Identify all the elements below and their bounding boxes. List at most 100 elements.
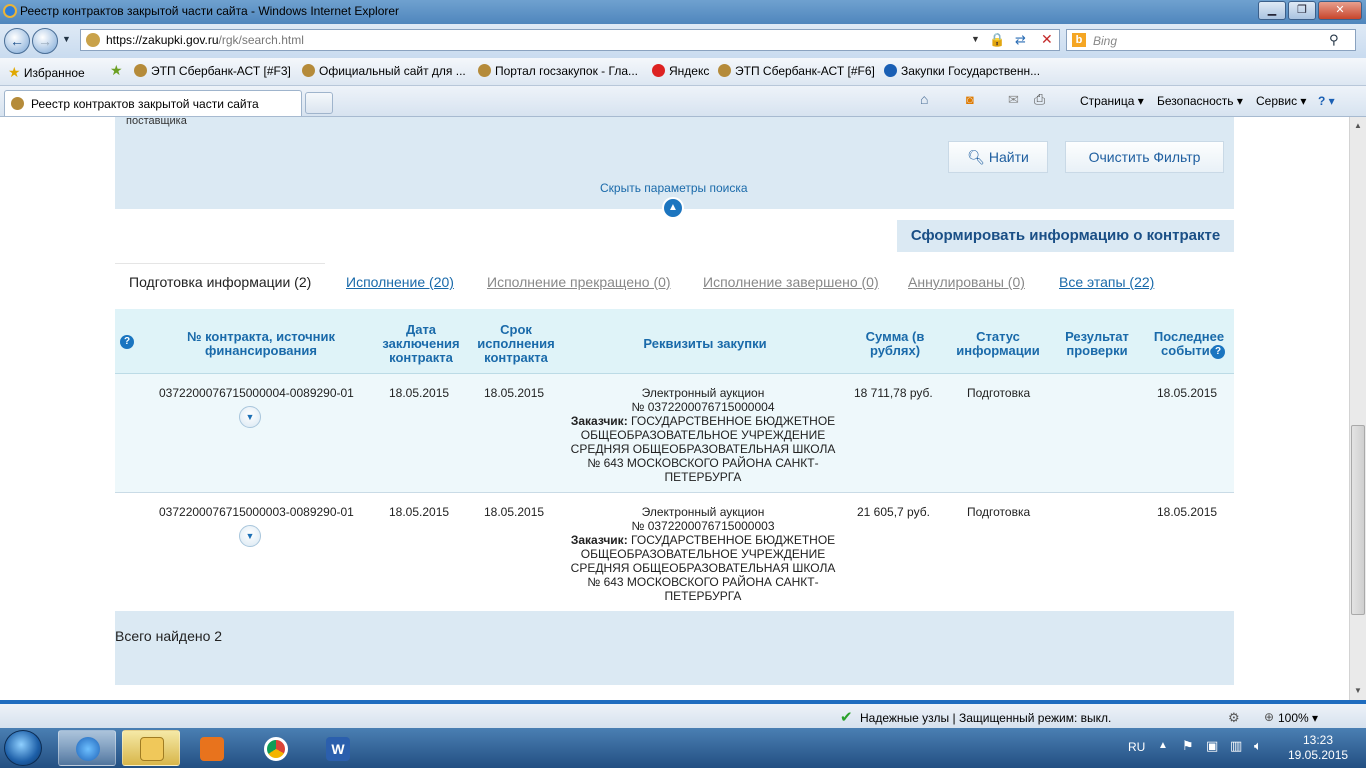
browser-tab[interactable]: Реестр контрактов закрытой части сайта [4,90,302,116]
help-menu[interactable]: ? ▾ [1318,94,1335,108]
chevron-down-icon[interactable]: ▼ [239,525,261,547]
back-arrow-icon[interactable]: ← [4,28,30,54]
tab-execution-stopped[interactable]: Исполнение прекращено (0) [487,274,671,290]
command-bar: Реестр контрактов закрытой части сайта ⌂… [0,86,1366,117]
address-bar[interactable]: https://zakupki.gov.ru/rgk/search.html ▼… [80,29,1060,51]
mail-icon[interactable]: ✉ [1008,92,1019,108]
window-title: Реестр контрактов закрытой части сайта -… [20,4,400,18]
status-bar: ✔ Надежные узлы | Защищенный режим: выкл… [0,700,1366,728]
emblem-icon [302,64,315,77]
minimize-button[interactable]: ▁ [1258,1,1286,20]
ie-icon [76,737,100,761]
help-icon[interactable]: ? [120,335,134,349]
tab-title: Реестр контрактов закрытой части сайта [31,97,259,111]
home-icon[interactable]: ⌂ [920,91,928,107]
auction-number[interactable]: № 0372200076715000004 [567,400,839,414]
tab-preparation[interactable]: Подготовка информации (2) [129,274,311,290]
help-icon[interactable]: ? [1211,345,1225,359]
globe-icon [884,64,897,77]
taskbar-ie-button[interactable] [58,730,116,766]
contract-number[interactable]: 0372200076715000003-0089290-01 [159,505,354,519]
maximize-button[interactable]: ❐ [1288,1,1316,20]
tab-annulled[interactable]: Аннулированы (0) [908,274,1025,290]
taskbar: W RU ▲ ⚑ ▣ ▥ 🔈︎ 13:23 19.05.2015 [0,728,1366,768]
form-contract-info-button[interactable]: Сформировать информацию о контракте [897,220,1234,252]
close-window-button[interactable]: ✕ [1318,1,1362,20]
taskbar-chrome-button[interactable] [246,730,304,766]
site-emblem-icon [11,97,24,110]
stop-icon[interactable]: ✕ [1041,31,1053,48]
favorite-link-6[interactable]: Закупки Государственн... [884,64,1040,78]
volume-icon[interactable]: 🔈︎ [1254,738,1262,754]
chevron-up-icon[interactable]: ▲ [662,197,684,219]
auction-number[interactable]: № 0372200076715000003 [567,519,839,533]
settings-icon[interactable]: ⚙ [1228,710,1240,726]
safety-menu[interactable]: Безопасность ▾ [1157,94,1243,108]
forward-arrow-icon[interactable]: → [32,28,58,54]
scroll-thumb[interactable] [1351,425,1365,615]
taskbar-media-button[interactable] [182,730,240,766]
favorite-link-2[interactable]: Официальный сайт для ... [302,64,466,78]
tools-menu[interactable]: Сервис ▾ [1256,94,1306,108]
media-player-icon [200,737,224,761]
scroll-up-arrow-icon[interactable]: ▲ [1352,120,1364,132]
zoom-icon: ⊕ [1264,710,1275,724]
info-status: Подготовка [967,505,1031,519]
contract-number[interactable]: 0372200076715000004-0089290-01 [159,386,354,400]
contracts-table: ? № контракта, источник финансирования Д… [115,301,1234,612]
favorites-button[interactable]: ★ Избранное [8,64,85,81]
taskbar-word-button[interactable]: W [308,730,366,766]
tab-execution[interactable]: Исполнение (20) [346,274,454,290]
customer: Заказчик: ГОСУДАРСТВЕННОЕ БЮДЖЕТНОЕ ОБЩЕ… [567,533,839,603]
favorite-link-3[interactable]: Портал госзакупок - Гла... [478,64,638,78]
vertical-scrollbar[interactable]: ▲ ▼ [1349,117,1366,700]
tray-app-icon[interactable]: ▣ [1206,738,1218,754]
purchase-requisites: Электронный аукцион № 037220007671500000… [567,505,839,603]
add-favorite-icon[interactable]: ★ [110,62,123,79]
scroll-down-arrow-icon[interactable]: ▼ [1352,685,1364,697]
zoom-level[interactable]: 100% ▾ [1278,711,1318,725]
history-dropdown-icon[interactable]: ▼ [62,34,71,44]
tray-arrow-icon[interactable]: ▲ [1158,740,1168,751]
search-placeholder: Bing [1093,34,1118,48]
search-box[interactable]: b Bing ⚲ [1066,29,1356,51]
page-menu[interactable]: Страница ▾ [1080,94,1144,108]
emblem-icon [478,64,491,77]
favorite-link-1[interactable]: ЭТП Сбербанк-АСТ [#F3] [134,64,291,78]
table-header: ? № контракта, источник финансирования Д… [115,309,1234,374]
refresh-icon[interactable]: ⇄ [1015,32,1026,48]
language-indicator[interactable]: RU [1128,740,1145,754]
table-row[interactable]: 0372200076715000003-0089290-01 ▼ 18.05.2… [115,493,1234,612]
find-button[interactable]: 🔍︎ Найти [948,141,1048,173]
auction-type: Электронный аукцион [641,505,765,519]
url-dropdown-icon[interactable]: ▼ [971,34,980,44]
start-button[interactable] [4,730,42,766]
clock[interactable]: 13:23 19.05.2015 [1288,733,1348,763]
action-center-icon[interactable]: ⚑ [1182,738,1194,754]
hide-search-params-link[interactable]: Скрыть параметры поиска [600,181,748,195]
tab-execution-finished[interactable]: Исполнение завершено (0) [703,274,879,290]
tab-all-stages[interactable]: Все этапы (22) [1059,274,1154,290]
table-row[interactable]: 0372200076715000004-0089290-01 ▼ 18.05.2… [115,374,1234,493]
new-tab-button[interactable] [305,92,333,114]
rss-feed-icon[interactable]: ◙ [966,92,974,107]
search-icon: 🔍︎ [967,149,985,165]
search-icon[interactable]: ⚲ [1329,32,1339,48]
favorite-link-yandex[interactable]: Яндекс [652,64,709,78]
lock-icon[interactable]: 🔒 [989,32,1005,48]
url-text[interactable]: https://zakupki.gov.ru/rgk/search.html [106,33,304,47]
contract-term: 18.05.2015 [484,505,545,519]
header-requisites: Реквизиты закупки [643,336,767,351]
print-icon[interactable]: ⎙ [1034,91,1045,108]
network-icon[interactable]: ▥ [1230,738,1242,754]
favorite-link-5[interactable]: ЭТП Сбербанк-АСТ [#F6] [718,64,875,78]
auction-type: Электронный аукцион [641,386,765,400]
folder-icon [140,737,164,761]
chevron-down-icon[interactable]: ▼ [239,406,261,428]
contract-sum: 18 711,78 руб. [854,386,933,400]
taskbar-explorer-button[interactable] [122,730,180,766]
security-zone[interactable]: Надежные узлы | Защищенный режим: выкл. [860,711,1111,725]
clear-filter-button[interactable]: Очистить Фильтр [1065,141,1224,173]
purchase-requisites: Электронный аукцион № 037220007671500000… [567,386,839,484]
contract-date: 18.05.2015 [389,386,450,400]
